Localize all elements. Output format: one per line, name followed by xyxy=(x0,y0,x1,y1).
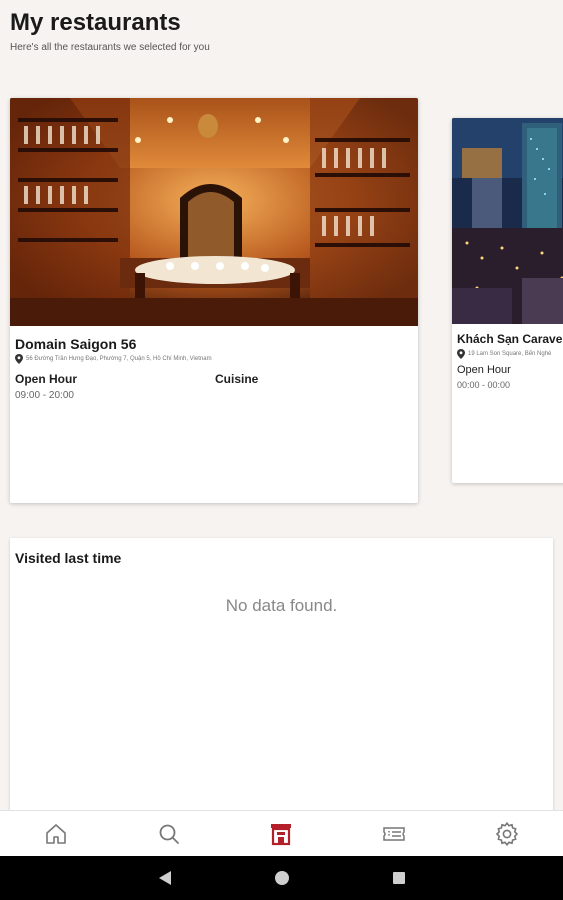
system-navigation-bar xyxy=(0,856,563,900)
open-hour-label: Open Hour xyxy=(15,372,77,386)
open-hour-label: Open Hour xyxy=(457,364,511,376)
open-hour-value: 09:00 - 20:00 xyxy=(15,390,74,401)
restaurant-name: Domain Saigon 56 xyxy=(15,336,137,352)
bottom-navigation xyxy=(0,810,563,856)
restaurant-image xyxy=(10,98,418,326)
address-text: 19 Lam Son Square, Bến Nghé xyxy=(468,351,552,357)
home-button[interactable] xyxy=(271,867,293,889)
restaurant-address: 19 Lam Son Square, Bến Nghé xyxy=(457,349,551,359)
ticket-icon xyxy=(383,826,405,841)
restaurant-name: Khách Sạn Caravelle xyxy=(457,332,563,346)
section-title: Visited last time xyxy=(15,550,122,566)
restaurant-carousel[interactable]: Domain Saigon 56 56 Đường Trần Hưng Đạo,… xyxy=(0,90,563,520)
address-text: 56 Đường Trần Hưng Đạo, Phường 7, Quận 5… xyxy=(26,356,212,362)
restaurant-card[interactable]: Domain Saigon 56 56 Đường Trần Hưng Đạo,… xyxy=(10,98,418,503)
restaurant-address: 56 Đường Trần Hưng Đạo, Phường 7, Quận 5… xyxy=(15,354,212,364)
search-icon xyxy=(159,824,179,844)
restaurant-icon xyxy=(271,823,292,845)
cuisine-label: Cuisine xyxy=(215,372,259,386)
recents-square-icon xyxy=(392,872,405,884)
nav-item-tickets[interactable] xyxy=(338,811,451,856)
nav-item-restaurants[interactable] xyxy=(225,811,338,856)
page-subtitle: Here's all the restaurants we selected f… xyxy=(10,42,210,53)
nav-item-settings[interactable] xyxy=(450,811,563,856)
location-pin-icon xyxy=(457,349,465,359)
restaurant-card[interactable]: Khách Sạn Caravelle 19 Lam Son Square, B… xyxy=(452,118,563,483)
visited-last-time-section: Visited last time No data found. xyxy=(10,538,553,828)
back-button[interactable] xyxy=(154,867,176,889)
restaurant-image xyxy=(452,118,563,324)
open-hour-value: 00:00 - 00:00 xyxy=(457,380,511,390)
page-title: My restaurants xyxy=(10,9,181,36)
location-pin-icon xyxy=(15,354,23,364)
empty-state-text: No data found. xyxy=(225,596,338,615)
nav-item-search[interactable] xyxy=(113,811,226,856)
settings-icon xyxy=(495,821,518,846)
home-circle-icon xyxy=(274,871,289,885)
back-triangle-icon xyxy=(158,871,171,885)
home-icon xyxy=(46,823,67,844)
nav-item-home[interactable] xyxy=(0,811,113,856)
recents-button[interactable] xyxy=(388,867,410,889)
